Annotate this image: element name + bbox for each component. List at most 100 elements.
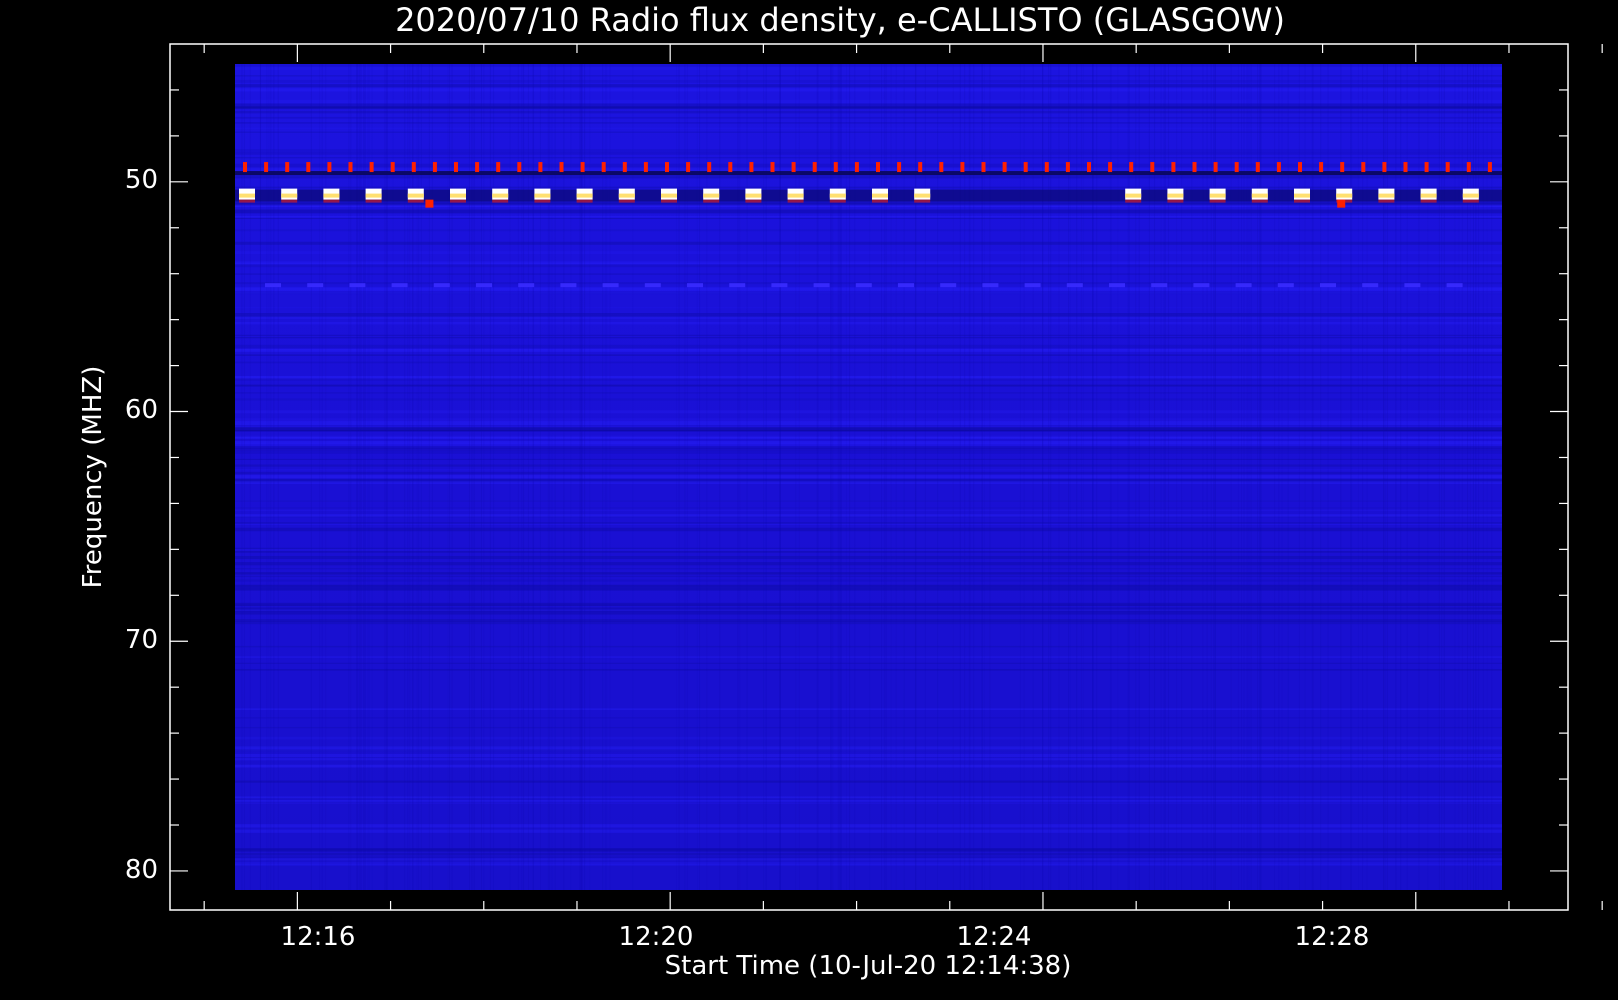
- band-pulse-edge: [1125, 199, 1142, 203]
- band-pulse-core: [829, 193, 846, 198]
- texture-column: [817, 64, 819, 890]
- texture-column: [1080, 64, 1082, 890]
- texture-column: [412, 64, 414, 890]
- texture-column: [1259, 64, 1261, 890]
- texture-column: [1475, 64, 1477, 890]
- texture-column: [517, 64, 519, 890]
- texture-column: [973, 64, 975, 890]
- band-pulse: [475, 162, 480, 173]
- texture-column: [447, 64, 449, 890]
- band-pulse: [622, 162, 627, 173]
- band-pulse-core: [787, 193, 804, 198]
- band-pulse: [707, 162, 712, 173]
- texture-column: [570, 64, 572, 890]
- texture-column: [249, 64, 251, 890]
- band-pulse: [327, 162, 332, 173]
- band-pulse-core: [872, 193, 888, 198]
- texture-column: [981, 64, 983, 890]
- band-pulse: [791, 162, 796, 173]
- band-pulse: [476, 283, 492, 288]
- texture-column: [1351, 64, 1353, 890]
- x-tick-label: 12:16: [281, 922, 356, 952]
- texture-column: [1241, 64, 1243, 890]
- texture-column: [1160, 64, 1162, 890]
- texture-column: [924, 64, 926, 890]
- band-pulse: [665, 162, 669, 173]
- texture-column: [539, 64, 541, 890]
- texture-column: [1128, 64, 1130, 890]
- texture-column: [739, 64, 741, 890]
- band-pulse-edge: [576, 199, 593, 203]
- band-pulse-edge: [1167, 199, 1184, 203]
- texture-column: [360, 64, 362, 890]
- texture-column: [1246, 64, 1248, 890]
- texture-column: [489, 64, 491, 890]
- band-pulse: [1002, 162, 1007, 173]
- texture-column: [1148, 64, 1150, 890]
- texture-column: [969, 64, 971, 890]
- texture-column: [983, 64, 985, 890]
- texture-column: [325, 64, 327, 890]
- texture-column: [310, 64, 312, 890]
- texture-column: [1304, 64, 1306, 890]
- band-pulse: [686, 162, 691, 173]
- band-pulse: [1320, 283, 1336, 288]
- band-pulse: [813, 283, 830, 288]
- texture-column: [547, 64, 549, 890]
- texture-column: [1406, 64, 1408, 890]
- band-pulse: [898, 283, 914, 288]
- texture-column: [719, 64, 721, 890]
- texture-column: [1069, 64, 1071, 890]
- texture-column: [696, 64, 698, 890]
- texture-column: [1386, 64, 1388, 890]
- texture-column: [959, 64, 961, 890]
- texture-column: [1418, 64, 1420, 890]
- texture-column: [1427, 64, 1429, 890]
- band-pulse: [1087, 162, 1091, 173]
- texture-column: [838, 64, 840, 890]
- band-pulse-core: [1167, 193, 1184, 198]
- texture-column: [1278, 64, 1280, 890]
- texture-column: [420, 64, 422, 890]
- band-pulse: [771, 283, 788, 288]
- band-pulse: [390, 162, 395, 173]
- texture-column: [989, 64, 991, 890]
- texture-column: [1400, 64, 1402, 890]
- red-artifact: [1337, 199, 1346, 208]
- texture-column: [1478, 64, 1480, 890]
- texture-column: [1032, 64, 1034, 890]
- band-pulse-edge: [407, 199, 424, 203]
- band-shadow: [235, 189, 1502, 202]
- band-pulse: [855, 283, 872, 288]
- band-pulse-core: [703, 193, 720, 198]
- texture-column: [1023, 64, 1025, 890]
- texture-column: [895, 64, 897, 890]
- texture-column: [1472, 64, 1474, 890]
- band-pulse: [1109, 283, 1125, 288]
- texture-column: [1181, 64, 1183, 890]
- chart-title: 2020/07/10 Radio flux density, e-CALLIST…: [395, 1, 1285, 39]
- band-pulse: [454, 162, 458, 173]
- texture-column: [1176, 64, 1178, 890]
- band-pulse-core: [576, 193, 593, 198]
- texture-column: [356, 64, 358, 890]
- band-pulse: [833, 162, 838, 173]
- band-pulse-edge: [1294, 199, 1310, 203]
- texture-column: [1298, 64, 1300, 890]
- band-pulse-edge: [618, 199, 635, 203]
- band-pulse-core: [281, 193, 298, 198]
- x-tick-label: 12:28: [1295, 922, 1370, 952]
- texture-column: [241, 64, 243, 890]
- band-pulse: [687, 283, 703, 288]
- band-pulse-edge: [323, 199, 340, 203]
- y-tick-label: 60: [125, 395, 158, 425]
- band-pulse-edge: [829, 199, 846, 203]
- texture-column: [1050, 64, 1052, 890]
- texture-column: [404, 64, 406, 890]
- texture-column: [1461, 64, 1463, 890]
- band-pulse: [1234, 162, 1239, 173]
- texture-column: [699, 64, 701, 890]
- band-pulse: [1129, 162, 1134, 173]
- band-pulse-core: [1251, 193, 1268, 198]
- texture-column: [428, 64, 430, 890]
